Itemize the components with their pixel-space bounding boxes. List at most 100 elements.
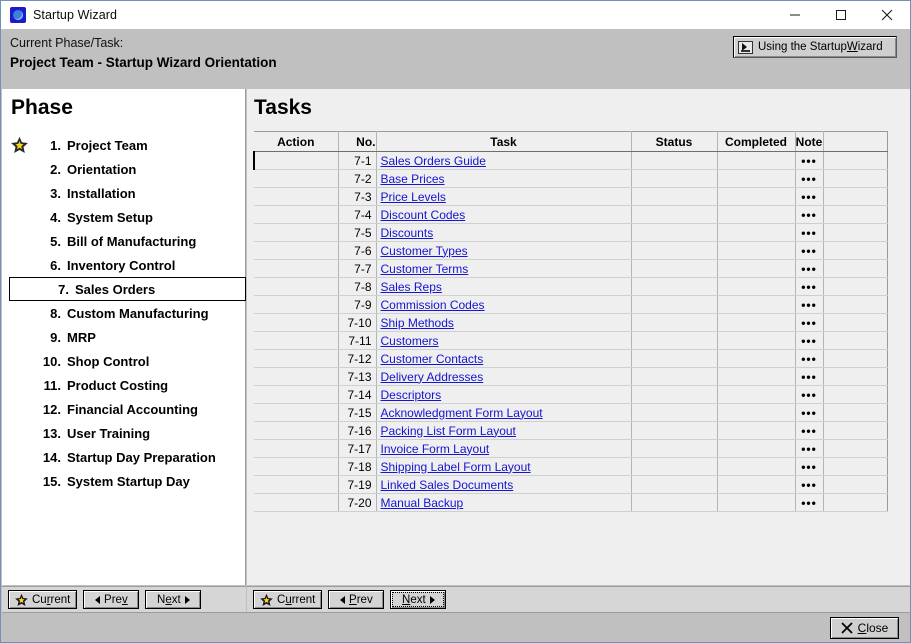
cell-note[interactable]: ••• [795, 331, 824, 350]
phase-item-sales-orders[interactable]: 7. Sales Orders [9, 277, 246, 301]
maximize-icon[interactable] [818, 1, 864, 29]
task-link[interactable]: Price Levels [381, 190, 446, 204]
task-link[interactable]: Ship Methods [381, 316, 454, 330]
table-row[interactable]: 7-10 Ship Methods ••• [254, 313, 888, 332]
phase-item-product-costing[interactable]: 11. Product Costing [2, 373, 246, 397]
ellipsis-icon[interactable]: ••• [801, 226, 817, 240]
ellipsis-icon[interactable]: ••• [801, 262, 817, 276]
cell-action[interactable] [254, 241, 339, 260]
ellipsis-icon[interactable]: ••• [801, 208, 817, 222]
task-link[interactable]: Packing List Form Layout [381, 424, 516, 438]
task-link[interactable]: Sales Orders Guide [381, 154, 486, 168]
cell-action[interactable] [254, 169, 339, 188]
ellipsis-icon[interactable]: ••• [801, 244, 817, 258]
ellipsis-icon[interactable]: ••• [801, 424, 817, 438]
phase-item-system-setup[interactable]: 4. System Setup [2, 205, 246, 229]
column-header-completed[interactable]: Completed [717, 131, 796, 152]
cell-note[interactable]: ••• [795, 367, 824, 386]
column-header-task[interactable]: Task [376, 131, 632, 152]
cell-action[interactable] [254, 439, 339, 458]
task-link[interactable]: Base Prices [381, 172, 445, 186]
cell-note[interactable]: ••• [795, 259, 824, 278]
table-row[interactable]: 7-1 Sales Orders Guide ••• [253, 151, 888, 170]
ellipsis-icon[interactable]: ••• [801, 154, 817, 168]
ellipsis-icon[interactable]: ••• [801, 334, 817, 348]
ellipsis-icon[interactable]: ••• [801, 316, 817, 330]
cell-note[interactable]: ••• [795, 421, 824, 440]
table-row[interactable]: 7-4 Discount Codes ••• [254, 205, 888, 224]
table-row[interactable]: 7-13 Delivery Addresses ••• [254, 367, 888, 386]
column-header-note[interactable]: Note [795, 131, 824, 152]
minimize-icon[interactable] [772, 1, 818, 29]
table-row[interactable]: 7-14 Descriptors ••• [254, 385, 888, 404]
task-link[interactable]: Customer Contacts [381, 352, 484, 366]
cell-action[interactable] [254, 187, 339, 206]
ellipsis-icon[interactable]: ••• [801, 442, 817, 456]
cell-action[interactable] [254, 295, 339, 314]
table-row[interactable]: 7-11 Customers ••• [254, 331, 888, 350]
cell-action[interactable] [254, 205, 339, 224]
close-icon[interactable] [864, 1, 910, 29]
phase-item-shop-control[interactable]: 10. Shop Control [2, 349, 246, 373]
ellipsis-icon[interactable]: ••• [801, 190, 817, 204]
cell-note[interactable]: ••• [795, 205, 824, 224]
task-link[interactable]: Linked Sales Documents [381, 478, 514, 492]
cell-action[interactable] [254, 223, 339, 242]
table-row[interactable]: 7-19 Linked Sales Documents ••• [254, 475, 888, 494]
table-row[interactable]: 7-9 Commission Codes ••• [254, 295, 888, 314]
phase-item-project-team[interactable]: 1. Project Team [2, 133, 246, 157]
task-link[interactable]: Descriptors [381, 388, 442, 402]
cell-note[interactable]: ••• [795, 169, 824, 188]
task-prev-button[interactable]: Prev [328, 590, 385, 609]
table-row[interactable]: 7-5 Discounts ••• [254, 223, 888, 242]
cell-action[interactable] [254, 403, 339, 422]
ellipsis-icon[interactable]: ••• [801, 298, 817, 312]
task-link[interactable]: Customers [381, 334, 439, 348]
phase-item-mrp[interactable]: 9. MRP [2, 325, 246, 349]
cell-note[interactable]: ••• [795, 475, 824, 494]
cell-note[interactable]: ••• [795, 439, 824, 458]
task-link[interactable]: Commission Codes [381, 298, 485, 312]
cell-action[interactable] [254, 493, 339, 512]
phase-item-custom-manufacturing[interactable]: 8. Custom Manufacturing [2, 301, 246, 325]
phase-prev-button[interactable]: Prev [83, 590, 140, 609]
table-row[interactable]: 7-18 Shipping Label Form Layout ••• [254, 457, 888, 476]
cell-action[interactable] [254, 259, 339, 278]
task-next-button[interactable]: Next [390, 590, 447, 609]
phase-item-inventory-control[interactable]: 6. Inventory Control [2, 253, 246, 277]
phase-item-user-training[interactable]: 13. User Training [2, 421, 246, 445]
ellipsis-icon[interactable]: ••• [801, 370, 817, 384]
phase-item-bill-of-manufacturing[interactable]: 5. Bill of Manufacturing [2, 229, 246, 253]
cell-action[interactable] [254, 277, 339, 296]
cell-note[interactable]: ••• [795, 223, 824, 242]
column-header-action[interactable]: Action [254, 131, 339, 152]
task-link[interactable]: Shipping Label Form Layout [381, 460, 531, 474]
cell-note[interactable]: ••• [795, 151, 824, 170]
column-header-extra[interactable] [823, 131, 888, 152]
table-row[interactable]: 7-8 Sales Reps ••• [254, 277, 888, 296]
cell-action[interactable] [254, 475, 339, 494]
ellipsis-icon[interactable]: ••• [801, 352, 817, 366]
phase-item-startup-day-preparation[interactable]: 14. Startup Day Preparation [2, 445, 246, 469]
phase-item-financial-accounting[interactable]: 12. Financial Accounting [2, 397, 246, 421]
ellipsis-icon[interactable]: ••• [801, 496, 817, 510]
task-link[interactable]: Sales Reps [381, 280, 442, 294]
task-link[interactable]: Delivery Addresses [381, 370, 484, 384]
ellipsis-icon[interactable]: ••• [801, 388, 817, 402]
cell-action[interactable] [254, 331, 339, 350]
table-row[interactable]: 7-6 Customer Types ••• [254, 241, 888, 260]
table-row[interactable]: 7-17 Invoice Form Layout ••• [254, 439, 888, 458]
cell-action[interactable] [254, 385, 339, 404]
task-link[interactable]: Customer Terms [381, 262, 469, 276]
table-row[interactable]: 7-12 Customer Contacts ••• [254, 349, 888, 368]
cell-note[interactable]: ••• [795, 241, 824, 260]
cell-action[interactable] [254, 457, 339, 476]
cell-action[interactable] [254, 367, 339, 386]
task-link[interactable]: Customer Types [381, 244, 468, 258]
phase-item-orientation[interactable]: 2. Orientation [2, 157, 246, 181]
table-row[interactable]: 7-16 Packing List Form Layout ••• [254, 421, 888, 440]
column-header-no[interactable]: No. [338, 131, 377, 152]
cell-action[interactable] [254, 349, 339, 368]
cell-note[interactable]: ••• [795, 403, 824, 422]
ellipsis-icon[interactable]: ••• [801, 172, 817, 186]
